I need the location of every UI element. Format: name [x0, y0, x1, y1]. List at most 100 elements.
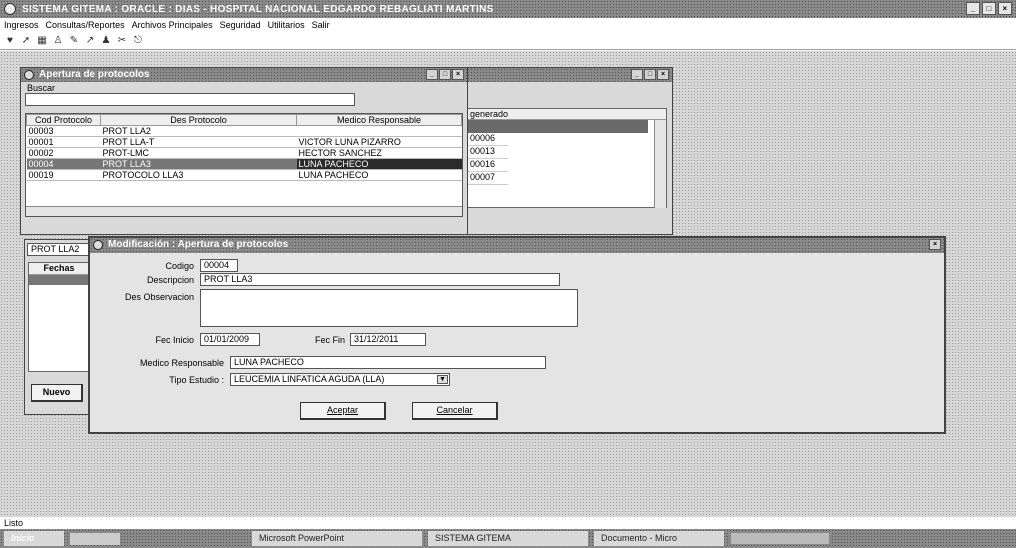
cell-cod: 00003: [26, 125, 101, 137]
window-controls: _ □ ×: [966, 2, 1012, 15]
arrow-icon[interactable]: ↗: [84, 35, 96, 47]
list-item[interactable]: [468, 120, 648, 133]
fec-inicio-field[interactable]: 01/01/2009: [200, 333, 260, 346]
fec-fin-label: Fec Fin: [314, 335, 345, 345]
tipo-estudio-label: Tipo Estudio :: [169, 375, 224, 385]
cell-medico: [296, 125, 462, 137]
status-text: Listo: [4, 518, 24, 528]
table-row[interactable]: 00003 PROT LLA2: [26, 125, 462, 137]
quick-launch-icons[interactable]: [70, 532, 120, 545]
tipo-estudio-select[interactable]: LEUCEMIA LINFATICA AGUDA (LLA) ▼: [230, 373, 450, 386]
generated-window-title-bar: _ □ ×: [461, 68, 672, 82]
people-icon[interactable]: ♙: [52, 35, 64, 47]
column-header-des[interactable]: Des Protocolo: [100, 114, 297, 126]
dialog-title: Modificación : Apertura de protocolos: [108, 239, 289, 250]
close-button[interactable]: ×: [929, 239, 941, 250]
protocol-window-title-bar: Apertura de protocolos _ □ ×: [21, 68, 467, 82]
list-item[interactable]: 00013: [468, 146, 508, 159]
cell-des: PROTOCOLO LLA3: [100, 169, 297, 181]
cell-des: PROT LLA3: [100, 158, 297, 170]
grid-icon[interactable]: ▦: [36, 35, 48, 47]
menu-bar: Ingresos Consultas/Reportes Archivos Pri…: [0, 18, 1016, 32]
system-tray: [730, 532, 830, 545]
close-button[interactable]: ×: [657, 69, 669, 80]
list-item[interactable]: 00006: [468, 133, 508, 146]
minimize-button[interactable]: _: [631, 69, 643, 80]
chevron-down-icon[interactable]: ▼: [437, 375, 448, 384]
medico-field[interactable]: LUNA PACHECO: [230, 356, 546, 369]
taskbar-item-gitema[interactable]: SISTEMA GITEMA: [428, 531, 588, 546]
minimize-button[interactable]: _: [966, 2, 980, 15]
cell-medico: VICTOR LUNA PIZARRO: [296, 136, 462, 148]
generated-column-header: generado: [468, 109, 666, 120]
maximize-button[interactable]: □: [439, 69, 451, 80]
cell-cod: 00019: [26, 169, 101, 181]
list-item[interactable]: 00007: [468, 172, 508, 185]
app-title: SISTEMA GITEMA : ORACLE : DIAS - HOSPITA…: [22, 3, 494, 15]
list-item[interactable]: 00016: [468, 159, 508, 172]
codigo-label: Codigo: [165, 261, 194, 271]
cell-medico: LUNA PACHECO: [296, 169, 462, 181]
window-icon: [24, 70, 34, 80]
menu-archivos[interactable]: Archivos Principales: [132, 20, 213, 30]
column-header-cod[interactable]: Cod Protocolo: [26, 114, 101, 126]
protocol-window: Apertura de protocolos _ □ × Buscar Cod Pr…: [20, 67, 468, 235]
pen-icon[interactable]: ✎: [68, 35, 80, 47]
table-row-selected[interactable]: 00004 PROT LLA3 LUNA PACHECO: [26, 158, 462, 170]
app-icon: [4, 3, 16, 15]
list-item-selected[interactable]: [29, 275, 89, 285]
taskbar-item-powerpoint[interactable]: Microsoft PowerPoint: [252, 531, 422, 546]
window-icon: [93, 240, 103, 250]
minimize-button[interactable]: _: [426, 69, 438, 80]
new-button[interactable]: Nuevo: [31, 384, 83, 402]
vertical-scrollbar[interactable]: [654, 120, 666, 208]
cell-des: PROT LLA2: [100, 125, 297, 137]
codigo-field[interactable]: 00004: [200, 259, 238, 272]
protocol-window-title: Apertura de protocolos: [39, 69, 150, 80]
toolbar: ♥ ➚ ▦ ♙ ✎ ↗ ♟ ✂ ⎋: [0, 32, 1016, 50]
medico-label: Medico Responsable: [139, 358, 224, 368]
table-row[interactable]: 00002 PROT-LMC HECTOR SANCHEZ: [26, 147, 462, 159]
cancel-button[interactable]: Cancelar: [412, 402, 498, 420]
menu-consultas[interactable]: Consultas/Reportes: [46, 20, 125, 30]
scissors-icon[interactable]: ✂: [116, 35, 128, 47]
maximize-button[interactable]: □: [982, 2, 996, 15]
cell-cod: 00001: [26, 136, 101, 148]
exit-icon[interactable]: ⎋: [132, 35, 144, 47]
app-title-bar: SISTEMA GITEMA : ORACLE : DIAS - HOSPITA…: [0, 0, 1016, 18]
accept-button[interactable]: Aceptar: [300, 402, 386, 420]
horizontal-scrollbar[interactable]: [26, 206, 462, 216]
descripcion-label: Descripcion: [146, 275, 194, 285]
close-button[interactable]: ×: [998, 2, 1012, 15]
menu-seguridad[interactable]: Seguridad: [220, 20, 261, 30]
menu-utilitarios[interactable]: Utilitarios: [268, 20, 305, 30]
table-row[interactable]: 00001 PROT LLA-T VICTOR LUNA PIZARRO: [26, 136, 462, 148]
start-button[interactable]: Inicio: [4, 531, 64, 546]
cell-des: PROT-LMC: [100, 147, 297, 159]
observacion-field[interactable]: [200, 289, 578, 327]
cell-cod: 00004: [26, 158, 101, 170]
group-icon[interactable]: ♟: [100, 35, 112, 47]
taskbar: Inicio Microsoft PowerPoint SISTEMA GITE…: [0, 529, 1016, 548]
modification-dialog: Modificación : Apertura de protocolos × …: [88, 236, 946, 434]
search-label: Buscar: [27, 83, 56, 93]
fec-fin-field[interactable]: 31/12/2011: [350, 333, 426, 346]
maximize-button[interactable]: □: [644, 69, 656, 80]
taskbar-item-document[interactable]: Documento - Micro: [594, 531, 724, 546]
search-input[interactable]: [25, 93, 355, 106]
pointer-icon[interactable]: ➚: [20, 35, 32, 47]
fechas-header[interactable]: Fechas: [29, 263, 89, 275]
close-button[interactable]: ×: [452, 69, 464, 80]
status-bar: Listo: [0, 517, 1016, 529]
dates-list: Fechas: [28, 262, 90, 372]
workspace: _ □ × generado 00006 00013 00016 00007 Ape…: [0, 51, 1016, 517]
column-header-medico[interactable]: Medico Responsable: [296, 114, 462, 126]
observacion-label: Des Observacion: [124, 292, 194, 302]
protocol-table: Cod Protocolo Des Protocolo Medico Respo…: [25, 113, 463, 217]
menu-ingresos[interactable]: Ingresos: [4, 20, 39, 30]
menu-salir[interactable]: Salir: [312, 20, 330, 30]
generated-list: generado 00006 00013 00016 00007: [467, 108, 667, 208]
heart-icon[interactable]: ♥: [4, 35, 16, 47]
descripcion-field[interactable]: PROT LLA3: [200, 273, 560, 286]
table-row[interactable]: 00019 PROTOCOLO LLA3 LUNA PACHECO: [26, 169, 462, 181]
